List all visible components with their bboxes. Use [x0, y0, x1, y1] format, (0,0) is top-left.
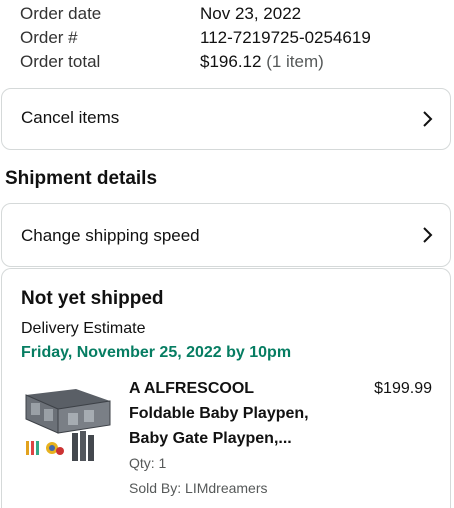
- delivery-estimate-label: Delivery Estimate: [21, 320, 146, 337]
- change-shipping-speed-label: Change shipping speed: [21, 226, 200, 245]
- cancel-items-label: Cancel items: [21, 108, 120, 127]
- item-seller: Sold By: LIMdreamers: [129, 480, 268, 496]
- order-date-value: Nov 23, 2022: [200, 4, 302, 23]
- order-total-value: $196.12: [200, 52, 262, 71]
- baby-playpen-image[interactable]: [18, 381, 114, 465]
- shipment-status: Not yet shipped: [21, 288, 164, 309]
- item-title-line-1[interactable]: A ALFRESCOOL: [129, 380, 254, 398]
- order-date-label: Order date: [20, 4, 102, 23]
- order-summary: Order date Nov 23, 2022 Order # 112-7219…: [0, 0, 454, 88]
- order-total-items: (1 item): [266, 52, 324, 71]
- order-number-label: Order #: [20, 28, 78, 47]
- shipment-card: Not yet shipped Delivery Estimate Friday…: [1, 268, 451, 508]
- shipment-details-heading: Shipment details: [5, 168, 158, 189]
- chevron-right-icon: [420, 109, 436, 129]
- order-total-label: Order total: [20, 52, 101, 71]
- item-quantity: Qty: 1: [129, 455, 167, 471]
- item-title-line-3[interactable]: Baby Gate Playpen,...: [129, 430, 292, 448]
- item-title-line-2[interactable]: Foldable Baby Playpen,: [129, 405, 309, 423]
- order-total: $196.12 (1 item): [200, 52, 324, 72]
- order-number-value: 112-7219725-0254619: [200, 28, 371, 47]
- item-price: $199.99: [374, 380, 432, 397]
- delivery-date: Friday, November 25, 2022 by 10pm: [21, 344, 292, 361]
- cancel-items-button[interactable]: Cancel items: [1, 88, 451, 150]
- chevron-right-icon: [420, 225, 436, 245]
- change-shipping-speed-button[interactable]: Change shipping speed: [1, 203, 451, 267]
